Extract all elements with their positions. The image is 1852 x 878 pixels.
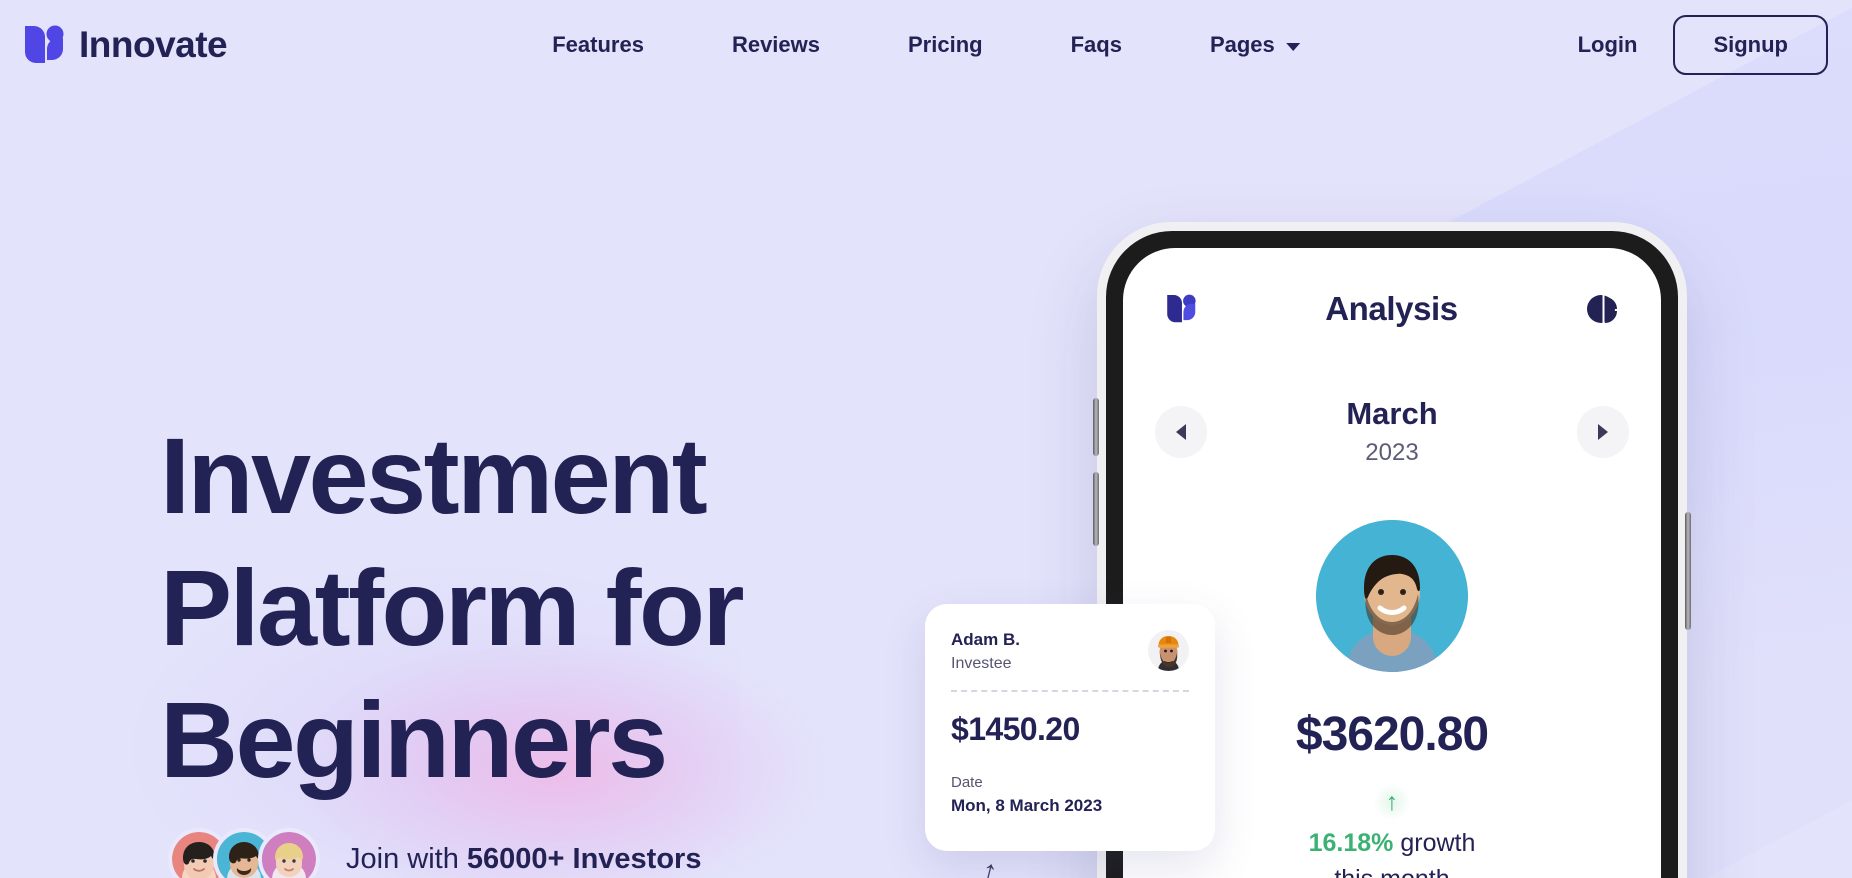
- nav-label: Reviews: [731, 32, 821, 57]
- chevron-left-icon: [1176, 423, 1186, 440]
- investee-name: Adam B.: [951, 630, 1020, 649]
- chevron-down-icon: [1285, 43, 1300, 51]
- nav-label: Pricing: [908, 32, 983, 57]
- leaf-dot-logo-icon: [22, 22, 64, 68]
- avatar: [1148, 630, 1189, 671]
- pie-chart-icon[interactable]: [1586, 293, 1619, 325]
- main-navigation: Features Reviews Pricing Faqs Pages: [508, 22, 1344, 68]
- arrow-up-right-icon: ↑: [978, 853, 1001, 878]
- investee-date-label: Date: [951, 774, 983, 791]
- investee-amount: $1450.20: [951, 711, 1080, 747]
- investee-date-value: Mon, 8 March 2023: [951, 796, 1103, 815]
- login-link[interactable]: Login: [1572, 24, 1644, 66]
- growth-label-2: this month: [1334, 865, 1449, 878]
- nav-item-faqs[interactable]: Faqs: [1027, 22, 1166, 68]
- arrow-up-icon: ↑: [1373, 783, 1411, 821]
- avatar: [258, 828, 320, 878]
- investor-avatars: [168, 828, 320, 878]
- growth-percent: 16.18%: [1308, 829, 1394, 857]
- nav-label: Faqs: [1070, 32, 1122, 57]
- nav-label: Features: [552, 32, 644, 57]
- nav-item-reviews[interactable]: Reviews: [688, 22, 864, 68]
- nav-item-features[interactable]: Features: [508, 22, 688, 68]
- phone-app-header: Analysis: [1123, 290, 1661, 328]
- nav-item-pages[interactable]: Pages: [1166, 22, 1344, 68]
- header-actions: Login Signup: [1572, 15, 1828, 75]
- month-prev-button[interactable]: [1155, 405, 1207, 458]
- nav-label: Pages: [1209, 32, 1275, 57]
- brand-name: Innovate: [79, 24, 228, 65]
- hero-title-line-2: Platform for: [160, 546, 745, 668]
- leaf-dot-logo-icon: [1165, 292, 1196, 326]
- phone-app-title: Analysis: [1325, 290, 1458, 327]
- nav-item-pricing[interactable]: Pricing: [864, 22, 1027, 68]
- month-year: 2023: [1365, 439, 1419, 466]
- social-proof-text: Join with 56000+ Investors: [346, 843, 701, 876]
- site-header: Innovate Features Reviews Pricing Faqs P…: [0, 0, 1852, 90]
- month-next-button[interactable]: [1577, 405, 1629, 458]
- social-proof-count: 56000+ Investors: [466, 842, 702, 875]
- hero-title-line-3: Beginners: [160, 678, 668, 800]
- phone-month-navigation: March 2023: [1123, 396, 1661, 467]
- investee-card-header: Adam B. Investee: [951, 630, 1189, 673]
- investee-card: Adam B. Investee $1450.20 Date Mon, 8 Ma…: [925, 604, 1215, 851]
- chevron-right-icon: [1598, 423, 1608, 440]
- social-proof-prefix: Join with: [346, 842, 467, 875]
- social-proof: Join with 56000+ Investors: [168, 828, 701, 878]
- hero-title-line-1: Investment: [160, 415, 708, 536]
- month-display: March 2023: [1346, 396, 1437, 467]
- phone-power-button: [1685, 512, 1691, 630]
- signup-button[interactable]: Signup: [1673, 15, 1828, 75]
- page-title: Investment Platform for Beginners: [160, 410, 980, 805]
- investee-identity: Adam B. Investee: [951, 630, 1020, 673]
- card-divider: [951, 690, 1189, 692]
- phone-volume-up-button: [1093, 398, 1099, 456]
- profile-photo: [1316, 520, 1468, 672]
- month-name: March: [1346, 396, 1438, 431]
- phone-volume-down-button: [1093, 472, 1099, 546]
- growth-label-1: growth: [1393, 829, 1476, 857]
- investee-role: Investee: [951, 655, 1012, 672]
- hero-section: Investment Platform for Beginners: [160, 410, 980, 805]
- brand-logo[interactable]: Innovate: [22, 22, 228, 68]
- page-background: Innovate Features Reviews Pricing Faqs P…: [0, 0, 1852, 878]
